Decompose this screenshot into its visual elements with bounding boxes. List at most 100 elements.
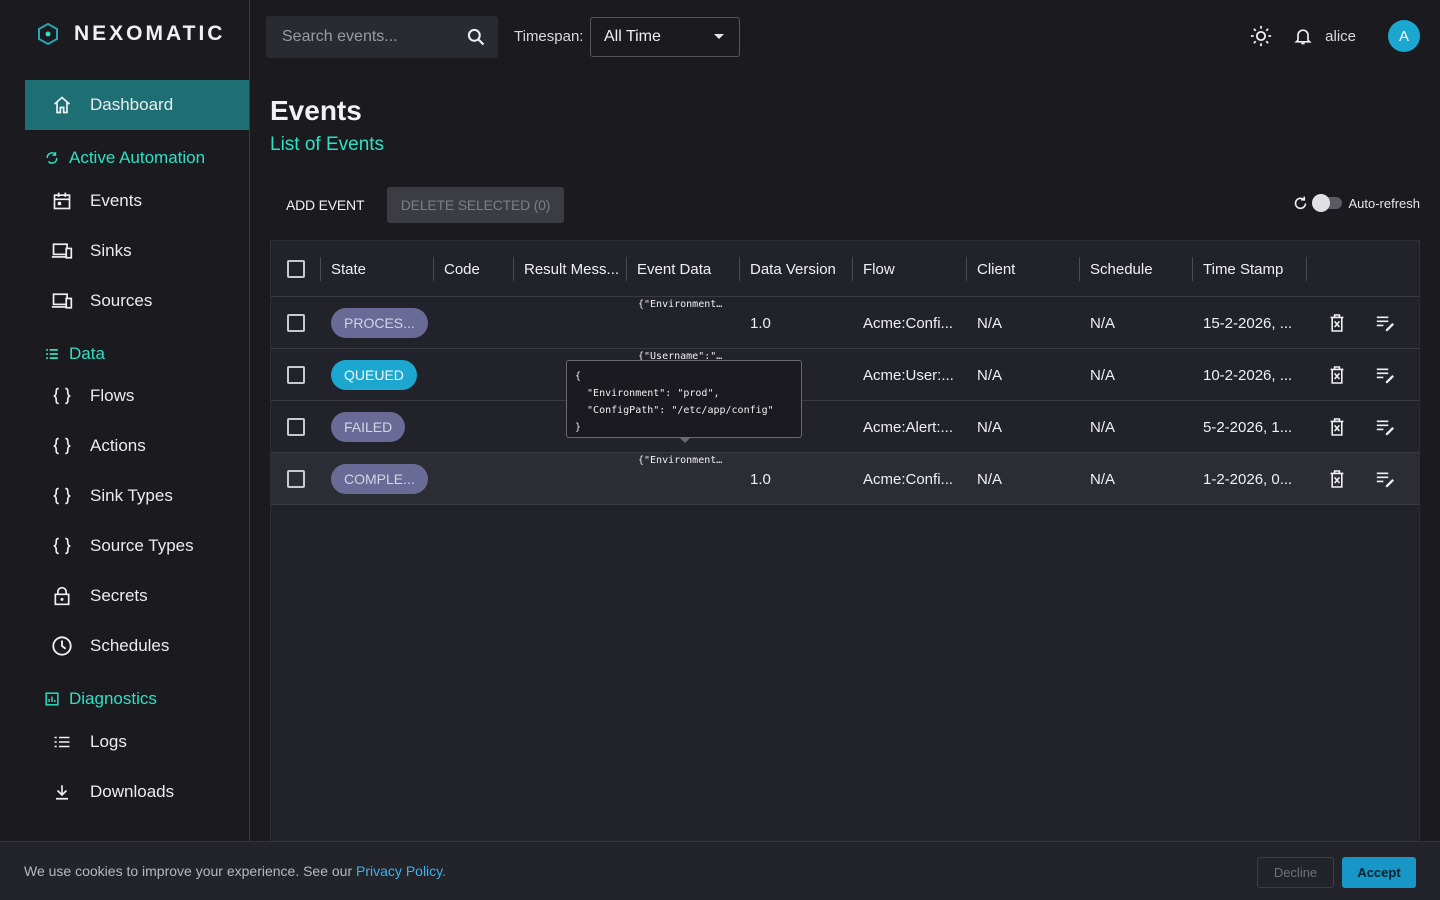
event-data-cell[interactable]: {"Environment…	[638, 299, 722, 310]
logo-icon	[38, 22, 58, 46]
table-row[interactable]: COMPLE... {"Environment… 1.0 Acme:Confi.…	[271, 453, 1419, 505]
table-row[interactable]: PROCES... {"Environment… 1.0 Acme:Confi.…	[271, 297, 1419, 349]
sidebar-item-flows[interactable]: Flows	[25, 371, 249, 421]
column-header-event-data[interactable]: Event Data	[637, 241, 711, 297]
list-icon	[50, 730, 74, 754]
timestamp-cell: 1-2-2026, 0...	[1203, 470, 1293, 488]
braces-icon	[50, 484, 74, 508]
section-title: Active Automation	[69, 148, 206, 167]
delete-icon[interactable]	[1329, 453, 1345, 505]
braces-icon	[50, 384, 74, 408]
column-header-code[interactable]: Code	[444, 241, 480, 297]
sidebar-item-sinks[interactable]: Sinks	[25, 226, 249, 276]
privacy-policy-link[interactable]: Privacy Policy.	[356, 863, 446, 879]
client-cell: N/A	[977, 366, 1003, 384]
row-checkbox[interactable]	[287, 349, 305, 401]
sidebar-item-dashboard[interactable]: Dashboard	[25, 80, 249, 130]
delete-icon[interactable]	[1329, 349, 1345, 401]
theme-toggle-sun-icon[interactable]	[1249, 24, 1273, 48]
search-icon[interactable]	[464, 25, 488, 49]
edit-icon[interactable]	[1375, 349, 1395, 401]
row-checkbox[interactable]	[287, 453, 305, 505]
row-checkbox[interactable]	[287, 401, 305, 453]
auto-refresh-control[interactable]: Auto-refresh	[1292, 194, 1420, 212]
sidebar-item-label: Sinks	[90, 241, 132, 260]
flow-cell: Acme:Alert:...	[863, 418, 954, 436]
column-header-schedule[interactable]: Schedule	[1090, 241, 1153, 297]
braces-icon	[50, 434, 74, 458]
chart-icon	[45, 692, 59, 706]
column-header-client[interactable]: Client	[977, 241, 1015, 297]
edit-icon[interactable]	[1375, 297, 1395, 349]
status-badge: QUEUED	[331, 360, 417, 390]
sidebar-item-downloads[interactable]: Downloads	[25, 767, 249, 817]
sidebar-item-label: Logs	[90, 732, 127, 751]
column-header-timestamp[interactable]: Time Stamp	[1203, 241, 1283, 297]
status-badge: FAILED	[331, 412, 406, 442]
section-active-automation: Active Automation	[45, 148, 205, 168]
sidebar-item-sources[interactable]: Sources	[25, 276, 249, 326]
sidebar-item-secrets[interactable]: Secrets	[25, 571, 249, 621]
column-header-flow[interactable]: Flow	[863, 241, 895, 297]
calendar-icon	[50, 189, 74, 213]
edit-icon[interactable]	[1375, 453, 1395, 505]
decline-button[interactable]: Decline	[1257, 857, 1334, 888]
delete-icon[interactable]	[1329, 297, 1345, 349]
sidebar-item-events[interactable]: Events	[25, 176, 249, 226]
section-diagnostics: Diagnostics	[45, 689, 157, 709]
bell-icon[interactable]	[1291, 24, 1315, 48]
version-cell: 1.0	[750, 314, 771, 332]
table-row[interactable]: QUEUED {"Username":"… Acme:User:... N/A …	[271, 349, 1419, 401]
sidebar-item-logs[interactable]: Logs	[25, 717, 249, 767]
accept-button[interactable]: Accept	[1342, 857, 1416, 888]
delete-selected-button[interactable]: DELETE SELECTED (0)	[387, 187, 564, 223]
edit-icon[interactable]	[1375, 401, 1395, 453]
cookie-text: We use cookies to improve your experienc…	[24, 863, 446, 879]
add-event-button[interactable]: ADD EVENT	[271, 187, 379, 223]
table-row[interactable]: FAILED Acme:Alert:... N/A N/A 5-2-2026, …	[271, 401, 1419, 453]
sidebar-item-label: Dashboard	[90, 95, 174, 114]
search-box[interactable]	[266, 16, 498, 58]
clock-icon	[50, 634, 74, 658]
flow-cell: Acme:User:...	[863, 366, 954, 384]
schedule-cell: N/A	[1090, 366, 1116, 384]
list-icon	[45, 347, 59, 361]
client-cell: N/A	[977, 418, 1003, 436]
delete-icon[interactable]	[1329, 401, 1345, 453]
timestamp-cell: 5-2-2026, 1...	[1203, 418, 1293, 436]
sidebar-item-sink-types[interactable]: Sink Types	[25, 471, 249, 521]
sidebar-item-label: Actions	[90, 436, 146, 455]
download-icon	[50, 780, 74, 804]
column-header-state[interactable]: State	[331, 241, 366, 297]
event-data-tooltip: { "Environment": "prod", "ConfigPath": "…	[566, 360, 802, 443]
timespan-label: Timespan:	[514, 28, 584, 45]
section-title: Diagnostics	[69, 689, 157, 708]
sidebar-item-actions[interactable]: Actions	[25, 421, 249, 471]
sync-icon	[45, 151, 59, 165]
row-checkbox[interactable]	[287, 297, 305, 349]
sidebar-item-label: Schedules	[90, 636, 170, 655]
brand-name: NEXOMATIC	[74, 22, 226, 45]
search-input[interactable]	[282, 28, 462, 46]
sidebar-item-schedules[interactable]: Schedules	[25, 621, 249, 671]
timespan-select[interactable]: All Time	[590, 17, 740, 57]
status-badge: PROCES...	[331, 308, 428, 338]
page-title: Events	[270, 95, 362, 126]
auto-refresh-toggle[interactable]	[1312, 194, 1343, 212]
brand-logo[interactable]: NEXOMATIC	[36, 22, 225, 46]
sidebar: NEXOMATIC Dashboard Active Automation Ev…	[0, 0, 250, 900]
events-table: State Code Result Mess... Event Data Dat…	[270, 240, 1420, 850]
cookie-banner: We use cookies to improve your experienc…	[0, 841, 1440, 900]
devices-icon	[50, 239, 74, 263]
status-badge: COMPLE...	[331, 464, 428, 494]
table-header: State Code Result Mess... Event Data Dat…	[271, 241, 1419, 297]
sidebar-item-source-types[interactable]: Source Types	[25, 521, 249, 571]
column-header-result[interactable]: Result Mess...	[524, 241, 619, 297]
schedule-cell: N/A	[1090, 418, 1116, 436]
avatar[interactable]: A	[1388, 20, 1420, 52]
event-data-cell[interactable]: {"Environment…	[638, 455, 722, 466]
column-header-data-version[interactable]: Data Version	[750, 241, 836, 297]
username[interactable]: alice	[1325, 28, 1356, 45]
select-all-checkbox[interactable]	[287, 241, 305, 297]
flow-cell: Acme:Confi...	[863, 470, 954, 488]
